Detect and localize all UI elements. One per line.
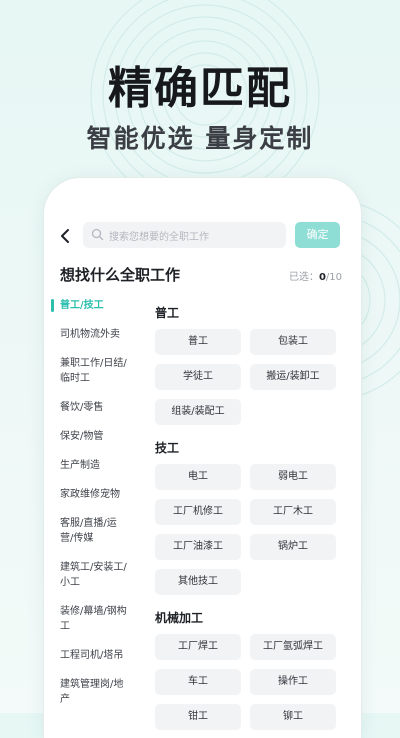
section-title: 机械加工 — [155, 611, 204, 625]
section-title: 普工 — [155, 306, 180, 320]
sidebar-item-label: 保安/物管 — [60, 431, 104, 442]
job-chip[interactable]: 电工 — [155, 464, 241, 490]
job-chip-group: 工厂焊工 工厂氩弧焊工 车工 操作工 钳工 铆工 — [155, 634, 351, 730]
search-placeholder: 搜索您想要的全职工作 — [109, 232, 209, 243]
sidebar-item[interactable]: 建筑工/安装工/小工 — [44, 560, 144, 590]
phone-screen: 搜索您想要的全职工作 确定 想找什么全职工作 已选：0/10 普工/技工司机物流… — [44, 178, 361, 738]
sidebar-item[interactable]: 普工/技工 — [44, 298, 144, 313]
job-chip[interactable]: 搬运/装卸工 — [250, 364, 336, 390]
top-bar: 搜索您想要的全职工作 确定 — [44, 222, 361, 250]
job-content: 普工 普工 包装工 学徒工 搬运/装卸工 组装/装配工 技工 电工 弱电工 工厂机修工 工厂木工 工厂… — [155, 304, 351, 738]
job-chip[interactable]: 学徒工 — [155, 364, 241, 390]
search-icon — [91, 228, 104, 241]
job-chip[interactable]: 工厂氩弧焊工 — [250, 634, 336, 660]
sidebar-item-label: 餐饮/零售 — [60, 402, 104, 413]
job-chip[interactable]: 组装/装配工 — [155, 399, 241, 425]
sidebar-item-label: 装修/幕墙/钢构工 — [60, 606, 127, 632]
sidebar-item[interactable]: 工程司机/塔吊 — [44, 648, 144, 663]
selected-count: 0 — [318, 272, 326, 283]
promo-subline: 智能优选 量身定制 — [86, 124, 314, 153]
sidebar-item-label: 建筑管理岗/地产 — [60, 679, 124, 705]
job-chip[interactable]: 普工 — [155, 329, 241, 355]
job-chip-group: 电工 弱电工 工厂机修工 工厂木工 工厂油漆工 锅炉工 其他技工 — [155, 464, 351, 595]
sidebar-item-label: 建筑工/安装工/小工 — [60, 562, 127, 588]
selected-counter: 已选：0/10 — [289, 268, 342, 283]
back-arrow-icon[interactable] — [56, 226, 76, 246]
job-chip[interactable]: 铆工 — [250, 704, 336, 730]
sidebar-item[interactable]: 建筑管理岗/地产 — [44, 677, 144, 707]
active-indicator — [51, 299, 54, 312]
promo-headline: 精确匹配 — [108, 63, 292, 114]
job-chip[interactable]: 包装工 — [250, 329, 336, 355]
category-sidebar: 普工/技工司机物流外卖兼职工作/日结/临时工餐饮/零售保安/物管生产制造家政维修… — [44, 298, 144, 721]
job-chip[interactable]: 工厂焊工 — [155, 634, 241, 660]
sidebar-item-label: 生产制造 — [60, 460, 100, 471]
search-input[interactable]: 搜索您想要的全职工作 — [83, 222, 286, 248]
job-chip[interactable]: 工厂油漆工 — [155, 534, 241, 560]
job-chip[interactable]: 工厂木工 — [250, 499, 336, 525]
sidebar-item-label: 客服/直播/运营/传媒 — [60, 518, 117, 544]
sidebar-item[interactable]: 生产制造 — [44, 458, 144, 473]
job-chip[interactable]: 工厂机修工 — [155, 499, 241, 525]
selected-max: /10 — [325, 272, 342, 283]
sidebar-item[interactable]: 保安/物管 — [44, 429, 144, 444]
sidebar-item-label: 兼职工作/日结/临时工 — [60, 358, 127, 384]
sidebar-item-label: 普工/技工 — [60, 300, 104, 311]
sidebar-item[interactable]: 兼职工作/日结/临时工 — [44, 356, 144, 386]
job-chip[interactable]: 车工 — [155, 669, 241, 695]
sidebar-item[interactable]: 餐饮/零售 — [44, 400, 144, 415]
job-chip[interactable]: 弱电工 — [250, 464, 336, 490]
sidebar-item[interactable]: 客服/直播/运营/传媒 — [44, 516, 144, 546]
page-title: 想找什么全职工作 — [60, 266, 181, 284]
sidebar-item[interactable]: 司机物流外卖 — [44, 327, 144, 342]
sidebar-item-label: 家政维修宠物 — [60, 489, 120, 500]
job-chip[interactable]: 操作工 — [250, 669, 336, 695]
job-chip-group: 普工 包装工 学徒工 搬运/装卸工 组装/装配工 — [155, 329, 351, 425]
sidebar-item[interactable]: 装修/幕墙/钢构工 — [44, 604, 144, 634]
sidebar-item-label: 司机物流外卖 — [60, 329, 120, 340]
job-chip[interactable]: 锅炉工 — [250, 534, 336, 560]
job-chip[interactable]: 钳工 — [155, 704, 241, 730]
confirm-button[interactable]: 确定 — [295, 222, 340, 248]
sidebar-item[interactable]: 家政维修宠物 — [44, 487, 144, 502]
job-chip[interactable]: 其他技工 — [155, 569, 241, 595]
selected-label: 已选： — [288, 272, 319, 283]
section-title: 技工 — [155, 441, 180, 455]
sidebar-item-label: 工程司机/塔吊 — [60, 650, 124, 661]
